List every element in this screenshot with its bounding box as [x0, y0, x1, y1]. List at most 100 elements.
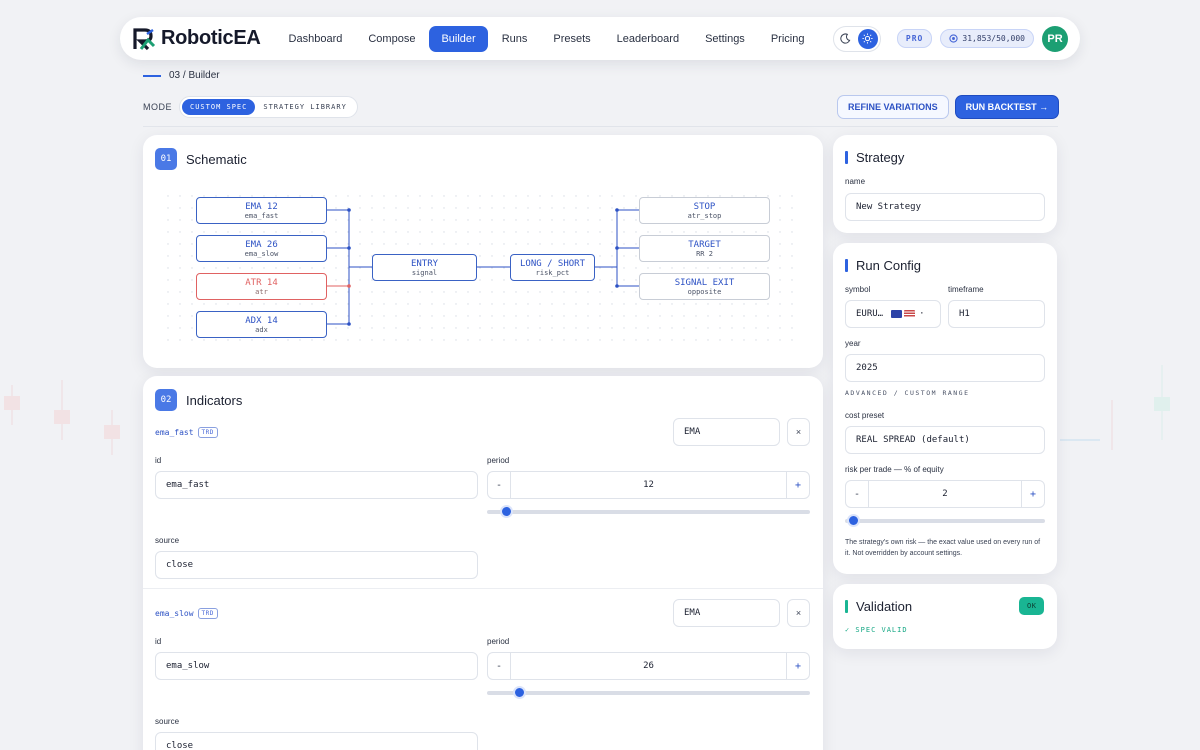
- node-label: ENTRY: [410, 259, 439, 269]
- symbol-select[interactable]: EURU… ·: [845, 300, 941, 328]
- advanced-range-link[interactable]: ADVANCED / CUSTOM RANGE: [845, 389, 970, 397]
- id-label: id: [155, 456, 162, 465]
- indicator-type-select[interactable]: EMA: [673, 599, 780, 627]
- source-input[interactable]: close: [155, 732, 478, 750]
- node-ema-12[interactable]: EMA 12 ema_fast: [196, 197, 327, 224]
- node-label: EMA 26: [245, 240, 278, 250]
- node-atr-14[interactable]: ATR 14 atr: [196, 273, 327, 300]
- id-input[interactable]: ema_slow: [155, 652, 478, 680]
- divider: [143, 126, 1058, 127]
- breadcrumb: 03 / Builder: [143, 70, 220, 81]
- node-label: EMA 12: [245, 202, 278, 212]
- nav-builder[interactable]: Builder: [429, 25, 488, 52]
- mode-bar: MODE CUSTOM SPEC STRATEGY LIBRARY: [143, 96, 358, 118]
- period-value[interactable]: 12: [511, 480, 786, 490]
- risk-stepper: - 2 +: [845, 480, 1045, 508]
- schematic-card: 01 Schematic EMA 12 ema_fast EMA 26 ema_…: [143, 135, 823, 368]
- period-slider[interactable]: [487, 505, 810, 518]
- nav-compose[interactable]: Compose: [356, 26, 427, 52]
- mode-strategy-library[interactable]: STRATEGY LIBRARY: [255, 99, 354, 115]
- indicator-tag: TRD: [197, 608, 218, 619]
- node-stop[interactable]: STOP atr_stop: [639, 197, 770, 224]
- indicator-name-text: ema_fast: [155, 428, 194, 437]
- increment-button[interactable]: +: [786, 472, 809, 498]
- increment-button[interactable]: +: [786, 653, 809, 679]
- node-label: ADX 14: [245, 316, 278, 326]
- run-config-title: Run Config: [856, 258, 922, 273]
- slider-thumb[interactable]: [513, 686, 527, 699]
- node-target[interactable]: TARGET RR 2: [639, 235, 770, 262]
- run-backtest-button[interactable]: RUN BACKTEST →: [954, 95, 1060, 119]
- node-label: SIGNAL EXIT: [674, 278, 735, 288]
- timeframe-label: timeframe: [948, 285, 984, 294]
- node-sub: risk_pct: [535, 269, 570, 277]
- id-input[interactable]: ema_fast: [155, 471, 478, 499]
- cost-preset-select[interactable]: REAL SPREAD (default): [845, 426, 1045, 454]
- increment-button[interactable]: +: [1021, 481, 1044, 507]
- period-value[interactable]: 26: [511, 661, 786, 671]
- us-flag-icon: [904, 310, 916, 318]
- indicator-name-text: ema_slow: [155, 609, 194, 618]
- mode-custom-spec[interactable]: CUSTOM SPEC: [182, 99, 256, 115]
- indicator-name: ema_slow TRD: [155, 608, 218, 619]
- nav-right: PRO 31,853/50,000 PR: [832, 25, 1068, 52]
- decrement-button[interactable]: -: [488, 653, 511, 679]
- indicator-divider: [143, 588, 823, 589]
- moon-icon: [840, 33, 851, 44]
- mode-label: MODE: [143, 102, 172, 112]
- spec-valid-text: ✓ SPEC VALID: [845, 626, 908, 634]
- nav-presets[interactable]: Presets: [541, 26, 602, 52]
- node-sub: ema_fast: [244, 212, 279, 220]
- top-navbar: RoboticEA Dashboard Compose Builder Runs…: [120, 17, 1080, 60]
- risk-slider[interactable]: [845, 514, 1045, 527]
- node-sub: adx: [255, 326, 268, 334]
- decrement-button[interactable]: -: [846, 481, 869, 507]
- node-sub: ema_slow: [244, 250, 279, 258]
- remove-indicator-button[interactable]: ×: [787, 418, 810, 446]
- action-buttons: REFINE VARIATIONS RUN BACKTEST →: [837, 95, 1060, 119]
- indicator-tag: TRD: [197, 427, 218, 438]
- slider-thumb[interactable]: [500, 505, 514, 518]
- period-slider[interactable]: [487, 686, 810, 699]
- nav-pricing[interactable]: Pricing: [759, 26, 817, 52]
- decrement-button[interactable]: -: [488, 472, 511, 498]
- credits-badge[interactable]: 31,853/50,000: [940, 29, 1034, 48]
- nav-settings[interactable]: Settings: [693, 26, 757, 52]
- source-input[interactable]: close: [155, 551, 478, 579]
- breadcrumb-line: [143, 74, 161, 77]
- strategy-name-input[interactable]: New Strategy: [845, 193, 1045, 221]
- logo[interactable]: RoboticEA: [132, 26, 261, 52]
- node-adx-14[interactable]: ADX 14 adx: [196, 311, 327, 338]
- source-label: source: [155, 717, 180, 726]
- theme-toggle: [832, 25, 881, 52]
- refine-variations-button[interactable]: REFINE VARIATIONS: [837, 95, 949, 119]
- indicator-type-select[interactable]: EMA: [673, 418, 780, 446]
- id-label: id: [155, 637, 162, 646]
- mode-toggle: CUSTOM SPEC STRATEGY LIBRARY: [179, 96, 358, 118]
- year-input[interactable]: 2025: [845, 354, 1045, 382]
- risk-value[interactable]: 2: [869, 489, 1021, 499]
- accent-bar: [845, 259, 848, 272]
- nav-leaderboard[interactable]: Leaderboard: [605, 26, 691, 52]
- node-entry[interactable]: ENTRY signal: [372, 254, 477, 281]
- status-badge: OK: [1019, 597, 1045, 615]
- symbol-value: EURU…: [856, 309, 884, 319]
- credits-value: 31,853/50,000: [962, 34, 1025, 43]
- timeframe-input[interactable]: H1: [948, 300, 1045, 328]
- symbol-label: symbol: [845, 285, 871, 294]
- avatar[interactable]: PR: [1042, 25, 1068, 52]
- remove-indicator-button[interactable]: ×: [787, 599, 810, 627]
- sun-icon: [862, 33, 873, 44]
- node-sub: RR 2: [696, 250, 713, 258]
- node-signal-exit[interactable]: SIGNAL EXIT opposite: [639, 273, 770, 300]
- dark-mode-button[interactable]: [836, 29, 856, 49]
- node-ema-26[interactable]: EMA 26 ema_slow: [196, 235, 327, 262]
- node-long-short[interactable]: LONG / SHORT risk_pct: [510, 254, 595, 281]
- validation-header: Validation: [845, 599, 912, 614]
- nav-runs[interactable]: Runs: [490, 26, 540, 52]
- slider-thumb[interactable]: [847, 514, 860, 527]
- light-mode-button[interactable]: [857, 28, 878, 49]
- nav-dashboard[interactable]: Dashboard: [277, 26, 355, 52]
- node-label: ATR 14: [245, 278, 278, 288]
- cost-preset-label: cost preset: [845, 411, 885, 420]
